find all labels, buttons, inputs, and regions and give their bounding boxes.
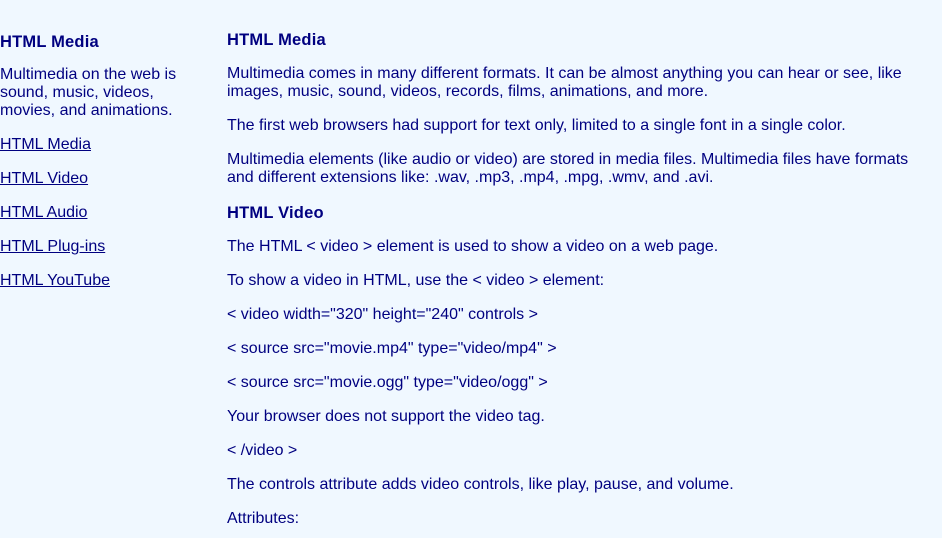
code-line: < video width="320" height="240" control… (227, 306, 538, 323)
main-content: HTML Media Multimedia comes in many diff… (227, 30, 927, 538)
sidebar-intro: Multimedia on the web is sound, music, v… (0, 66, 177, 119)
sidebar-link-html-youtube[interactable]: HTML YouTube (0, 272, 190, 290)
paragraph: Multimedia comes in many different forma… (227, 65, 902, 100)
paragraph: The HTML < video > element is used to sh… (227, 238, 719, 255)
code-line: < source src="movie.mp4" type="video/mp4… (227, 340, 557, 357)
paragraph: Attributes: (227, 510, 300, 527)
page: HTML Media Multimedia on the web is soun… (0, 0, 942, 538)
section-title-html-video: HTML Video (227, 204, 324, 222)
paragraph: Multimedia elements (like audio or video… (227, 151, 909, 186)
sidebar-link-html-audio[interactable]: HTML Audio (0, 204, 190, 222)
paragraph: The first web browsers had support for t… (227, 117, 846, 134)
sidebar-link-html-video[interactable]: HTML Video (0, 170, 190, 188)
section-title-html-media: HTML Media (227, 31, 326, 49)
sidebar-link-html-plug-ins[interactable]: HTML Plug-ins (0, 238, 190, 256)
sidebar-title: HTML Media (0, 33, 99, 51)
code-line: < /video > (227, 442, 298, 459)
paragraph: The controls attribute adds video contro… (227, 476, 734, 493)
sidebar-link-html-media[interactable]: HTML Media (0, 136, 190, 154)
code-line: Your browser does not support the video … (227, 408, 545, 425)
sidebar: HTML Media Multimedia on the web is soun… (0, 32, 190, 306)
paragraph: To show a video in HTML, use the < video… (227, 272, 605, 289)
code-line: < source src="movie.ogg" type="video/ogg… (227, 374, 548, 391)
